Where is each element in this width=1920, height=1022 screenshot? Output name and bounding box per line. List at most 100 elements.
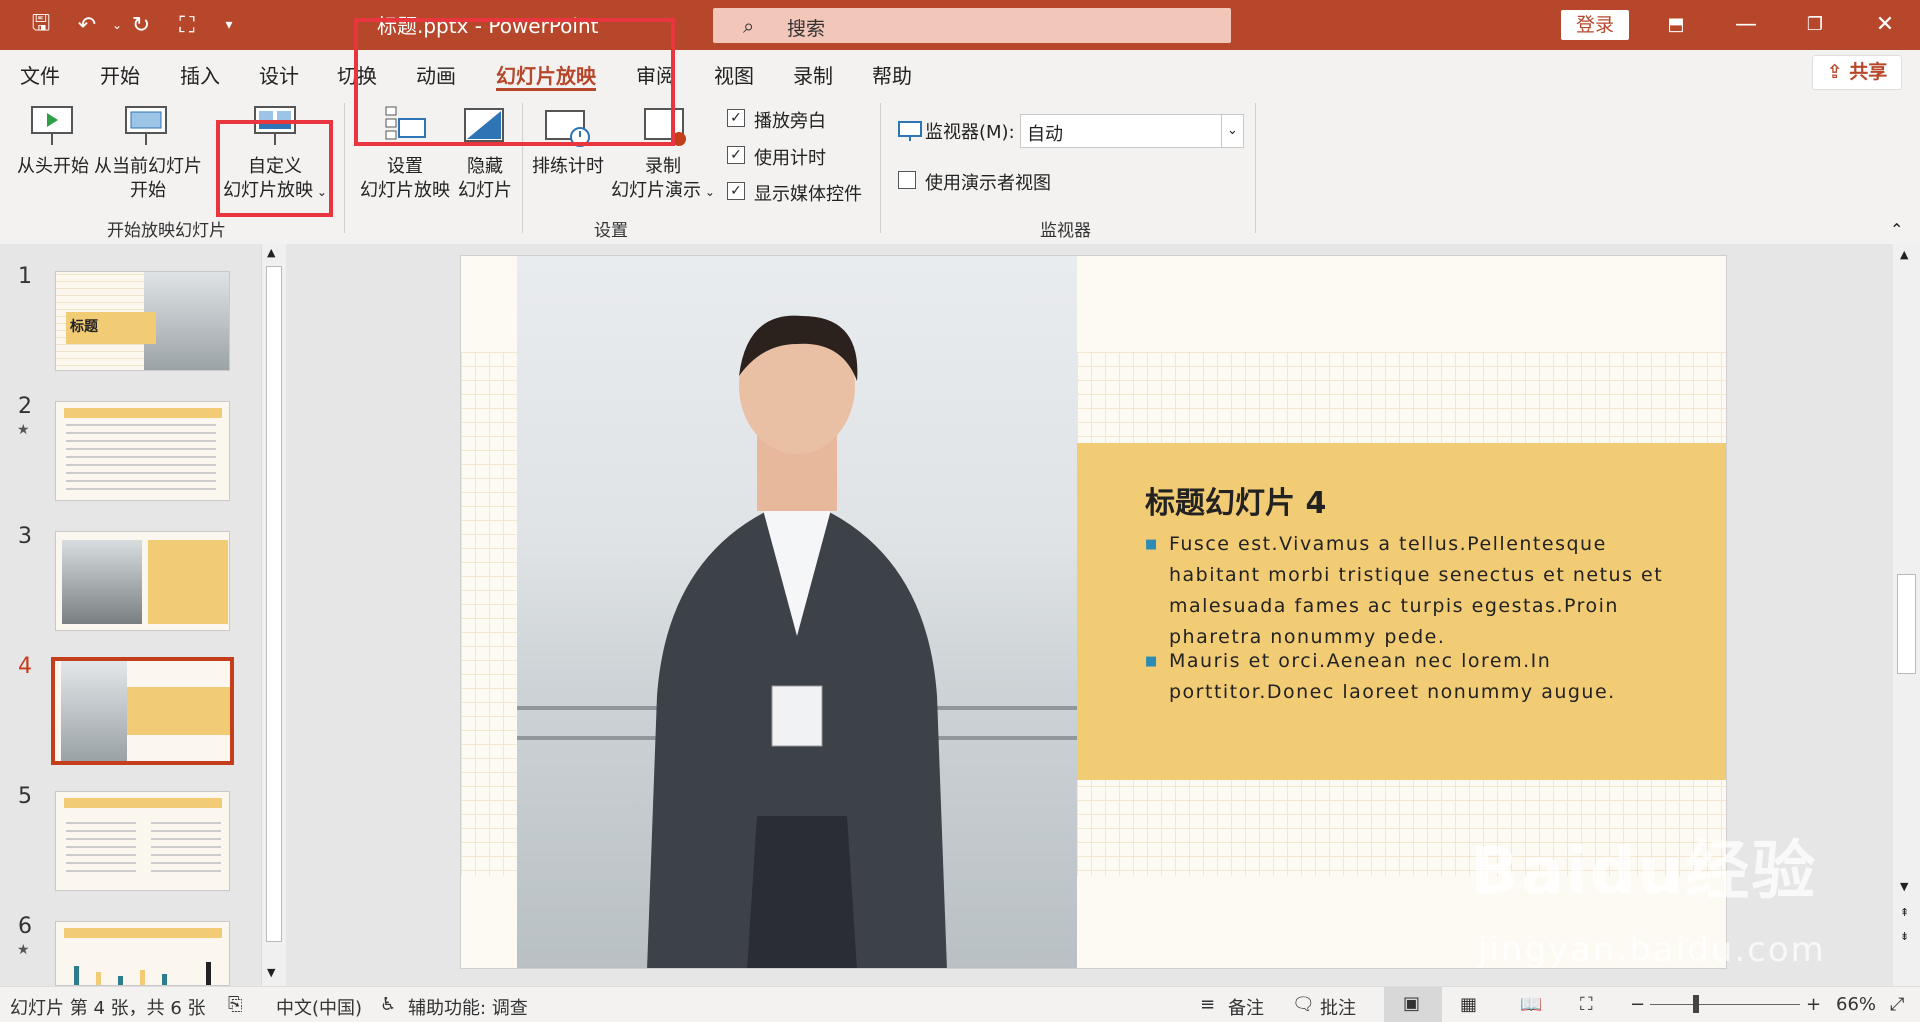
highlight-box-custom-slideshow xyxy=(216,120,333,217)
tab-design[interactable]: 设计 xyxy=(259,60,299,89)
bullet-item[interactable]: ■ Fusce est.Vivamus a tellus.Pellentesque… xyxy=(1145,529,1685,653)
show-media-label: 显示媒体控件 xyxy=(754,184,862,205)
bullet-text: Mauris et orci.Aenean nec lorem.In portt… xyxy=(1169,650,1616,703)
undo-icon[interactable]: ↶ xyxy=(70,10,104,40)
monitor-value: 自动 xyxy=(1027,124,1063,145)
group-label-setup: 设置 xyxy=(594,221,628,241)
thumb-title: 标题 xyxy=(66,312,156,344)
from-beginning-label[interactable]: 从头开始 xyxy=(8,155,98,179)
chevron-down-icon: ⌄ xyxy=(1221,115,1243,147)
customize-toolbar-icon[interactable]: ▾ xyxy=(212,10,246,40)
normal-view-button[interactable]: ▣ xyxy=(1384,987,1442,1022)
businessman-photo xyxy=(517,256,1077,968)
slide-thumbnail-1[interactable]: 标题 xyxy=(55,271,230,371)
status-bar: 幻灯片 第 4 张，共 6 张 ⎘ 中文(中国) ♿ 辅助功能: 调查 ≡ 备注… xyxy=(0,986,1920,1022)
monitor-label: 监视器(M): xyxy=(925,122,1015,143)
slide-title[interactable]: 标题幻灯片 4 xyxy=(1145,478,1326,522)
search-placeholder: 搜索 xyxy=(787,18,826,40)
separator xyxy=(344,103,345,233)
show-media-checkbox[interactable]: ✓ xyxy=(727,182,745,200)
zoom-out-icon[interactable]: − xyxy=(1630,994,1645,1015)
separator xyxy=(1255,103,1256,233)
group-label-start: 开始放映幻灯片 xyxy=(107,221,226,241)
slide-number: 2 xyxy=(18,394,32,419)
tab-insert[interactable]: 插入 xyxy=(180,60,220,89)
rehearse-timings-label[interactable]: 排练计时 xyxy=(528,155,608,179)
tab-home[interactable]: 开始 xyxy=(100,60,140,89)
fit-to-window-icon[interactable]: ⤢ xyxy=(1890,994,1904,1015)
tab-record[interactable]: 录制 xyxy=(793,60,833,89)
monitor-select[interactable]: 自动 ⌄ xyxy=(1020,114,1244,148)
restore-icon[interactable]: ❐ xyxy=(1792,8,1838,42)
zoom-in-icon[interactable]: + xyxy=(1806,994,1821,1015)
normal-view-icon: ▣ xyxy=(1403,993,1421,1014)
record-label[interactable]: 录制 幻灯片演示 ⌄ xyxy=(608,155,718,204)
slide-thumbnail-6[interactable] xyxy=(55,921,230,986)
group-label-monitor: 监视器 xyxy=(1040,221,1091,241)
bullet-marker: ■ xyxy=(1145,654,1159,669)
notes-button[interactable]: 备注 xyxy=(1228,994,1264,1020)
ribbon-display-icon[interactable]: ⬒ xyxy=(1653,8,1699,42)
language-status[interactable]: 中文(中国) xyxy=(276,994,362,1020)
save-icon[interactable]: 🖫 xyxy=(24,10,58,40)
comments-icon[interactable]: 🗨 xyxy=(1292,994,1315,1015)
slide-count: 幻灯片 第 4 张，共 6 张 xyxy=(10,998,206,1019)
zoom-slider-thumb[interactable] xyxy=(1693,995,1699,1013)
slideshow-view-icon[interactable]: ⛶ xyxy=(1580,994,1593,1015)
scroll-up-icon[interactable]: ▲ xyxy=(1900,248,1908,261)
record-line2: 幻灯片演示 xyxy=(611,180,702,201)
previous-slide-icon[interactable]: ⇞ xyxy=(1900,906,1909,919)
login-button[interactable]: 登录 xyxy=(1561,10,1629,40)
slide-thumbnail-2[interactable] xyxy=(55,401,230,501)
bullet-text: Fusce est.Vivamus a tellus.Pellentesque … xyxy=(1169,533,1664,648)
setup-slideshow-label[interactable]: 设置 幻灯片放映 xyxy=(355,155,455,203)
comments-button[interactable]: 批注 xyxy=(1320,994,1356,1020)
slide-scrollbar[interactable]: ▲ ▼ ⇞ ⇟ xyxy=(1893,244,1920,986)
zoom-level[interactable]: 66% xyxy=(1836,994,1876,1015)
close-icon[interactable]: ✕ xyxy=(1862,8,1908,42)
bullet-item[interactable]: ■ Mauris et orci.Aenean nec lorem.In port… xyxy=(1145,646,1685,708)
tab-help[interactable]: 帮助 xyxy=(872,60,912,89)
present-icon[interactable]: ⛶ xyxy=(170,10,204,40)
minimize-icon[interactable]: — xyxy=(1723,8,1769,42)
collapse-ribbon-icon[interactable]: ⌃ xyxy=(1890,220,1903,239)
separator xyxy=(880,103,881,233)
slide-thumbnail-4-selected[interactable] xyxy=(51,657,234,765)
play-narration-label: 播放旁白 xyxy=(754,111,826,132)
slide-sorter-icon[interactable]: ▦ xyxy=(1460,994,1477,1015)
thumbnail-scrollbar[interactable]: ▲ ▼ xyxy=(261,244,286,986)
next-slide-icon[interactable]: ⇟ xyxy=(1900,930,1909,943)
redo-icon[interactable]: ↻ xyxy=(124,10,158,40)
slide-thumbnail-3[interactable] xyxy=(55,531,230,631)
use-timings-checkbox[interactable]: ✓ xyxy=(727,146,745,164)
zoom-slider[interactable] xyxy=(1650,1004,1800,1005)
hide-slide-label[interactable]: 隐藏 幻灯片 xyxy=(450,155,520,203)
presenter-view-checkbox[interactable] xyxy=(898,171,916,189)
accessibility-status[interactable]: 辅助功能: 调查 xyxy=(408,994,528,1020)
scroll-down-icon[interactable]: ▼ xyxy=(267,966,275,979)
from-current-label[interactable]: 从当前幻灯片 开始 xyxy=(92,155,204,203)
search-box[interactable]: ⌕ 搜索 xyxy=(713,8,1231,43)
from-current-icon[interactable] xyxy=(124,103,168,151)
scroll-down-icon[interactable]: ▼ xyxy=(1900,880,1908,893)
tab-file[interactable]: 文件 xyxy=(20,60,60,89)
accessibility-icon[interactable]: ♿ xyxy=(380,994,396,1015)
scroll-thumb[interactable] xyxy=(1897,574,1916,674)
title-bar: 🖫 ↶ ⌄ ↻ ⛶ ▾ 标题.pptx - PowerPoint ⌕ 搜索 登录… xyxy=(0,0,1920,50)
play-narration-checkbox[interactable]: ✓ xyxy=(727,109,745,127)
share-label: 共享 xyxy=(1849,61,1888,83)
spellcheck-icon[interactable]: ⎘ xyxy=(228,994,242,1015)
tab-view[interactable]: 视图 xyxy=(714,60,754,89)
from-current-line2: 开始 xyxy=(130,180,166,201)
reading-view-icon[interactable]: 📖 xyxy=(1520,994,1542,1015)
scroll-thumb[interactable] xyxy=(266,266,282,942)
slide-thumbnail-5[interactable] xyxy=(55,791,230,891)
use-timings-label: 使用计时 xyxy=(754,148,826,169)
share-button[interactable]: ⇪ 共享 xyxy=(1812,55,1902,90)
content-banner: 标题幻灯片 4 ■ Fusce est.Vivamus a tellus.Pell… xyxy=(1077,443,1726,780)
record-dropdown-icon: ⌄ xyxy=(701,185,715,199)
watermark-logo: Baidu经验 xyxy=(1470,835,1818,909)
notes-icon[interactable]: ≡ xyxy=(1200,994,1215,1015)
from-beginning-icon[interactable] xyxy=(30,103,74,151)
scroll-up-icon[interactable]: ▲ xyxy=(267,246,275,259)
